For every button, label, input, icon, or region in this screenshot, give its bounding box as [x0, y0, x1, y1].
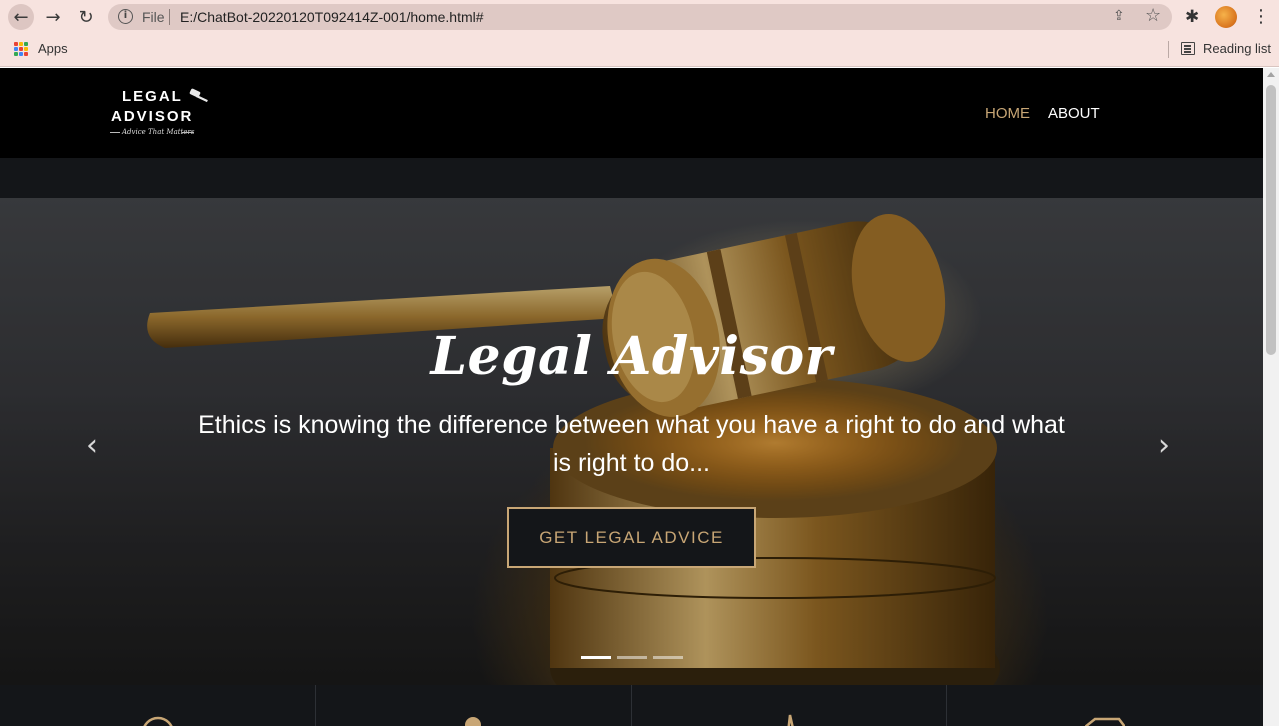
logo-gavel-icon: [189, 88, 208, 103]
reload-icon: ↻: [78, 6, 94, 28]
apps-grid-dot: [19, 47, 23, 51]
site-header: LEGAL ADVISOR Advice That Matters HOME A…: [0, 68, 1263, 158]
feature-divider: [631, 685, 632, 726]
carousel-indicators: [581, 656, 683, 659]
browser-menu-icon[interactable]: ⋮: [1252, 6, 1270, 27]
logo-line2: ADVISOR: [111, 108, 194, 125]
extensions-puzzle-icon[interactable]: ✱: [1185, 7, 1199, 27]
address-bar[interactable]: i File E:/ChatBot-20220120T092414Z-001/h…: [108, 4, 1172, 30]
hero-title: Legal Advisor: [430, 326, 833, 387]
reading-list-button[interactable]: Reading list: [1203, 41, 1271, 56]
feature-icon-4: [1085, 717, 1125, 726]
scroll-up-icon[interactable]: [1267, 72, 1275, 77]
reading-list-icon[interactable]: [1181, 42, 1195, 55]
get-legal-advice-button[interactable]: GET LEGAL ADVICE: [507, 507, 756, 568]
apps-grid-dot: [14, 47, 18, 51]
url-text[interactable]: E:/ChatBot-20220120T092414Z-001/home.htm…: [180, 9, 484, 25]
scrollbar-thumb[interactable]: [1266, 85, 1276, 355]
share-icon[interactable]: ⇪: [1113, 8, 1125, 24]
bookmarks-bar: [0, 34, 1279, 67]
carousel-indicator[interactable]: [653, 656, 683, 659]
apps-grid-dot: [24, 42, 28, 46]
page-viewport: LEGAL ADVISOR Advice That Matters HOME A…: [0, 68, 1279, 726]
logo-line1: LEGAL: [122, 88, 183, 105]
arrow-left-icon: ←: [13, 6, 29, 28]
info-icon[interactable]: i: [118, 9, 133, 24]
feature-divider: [946, 685, 947, 726]
back-button[interactable]: ←: [8, 4, 34, 30]
file-scheme-label: File: [142, 9, 165, 25]
feature-icon-3: [787, 714, 794, 726]
nav-about[interactable]: ABOUT: [1048, 105, 1100, 122]
apps-grid-dot: [14, 42, 18, 46]
apps-grid-dot: [24, 47, 28, 51]
profile-avatar[interactable]: [1215, 6, 1237, 28]
bookmark-star-icon[interactable]: ☆: [1145, 5, 1161, 26]
apps-grid-dot: [19, 42, 23, 46]
nav-home[interactable]: HOME: [985, 105, 1030, 122]
page-scrollbar[interactable]: [1263, 68, 1279, 726]
hero-quote: Ethics is knowing the difference between…: [198, 411, 1065, 477]
apps-grid-dot: [24, 52, 28, 56]
reload-button[interactable]: ↻: [73, 4, 99, 30]
apps-grid-dot: [19, 52, 23, 56]
arrow-right-icon: →: [45, 6, 61, 28]
feature-icon-1: [143, 716, 173, 726]
apps-grid-dot: [14, 52, 18, 56]
forward-button[interactable]: →: [40, 4, 66, 30]
hero-carousel: Legal Advisor Ethics is knowing the diff…: [0, 198, 1263, 685]
browser-toolbar: ← → ↻ i File E:/ChatBot-20220120T092414Z…: [0, 0, 1279, 34]
feature-divider: [315, 685, 316, 726]
carousel-indicator[interactable]: [581, 656, 611, 659]
logo-rule-left: [110, 132, 120, 133]
bookmarks-divider: [1168, 41, 1169, 58]
apps-bookmark[interactable]: Apps: [38, 41, 68, 56]
feature-icon-2: [465, 717, 481, 726]
carousel-prev-icon[interactable]: ‹: [86, 428, 98, 463]
address-separator: [169, 9, 170, 25]
apps-grid-icon[interactable]: [14, 42, 28, 56]
features-strip: [0, 685, 1263, 726]
carousel-indicator[interactable]: [617, 656, 647, 659]
logo-rule-right: [182, 132, 194, 133]
carousel-next-icon[interactable]: ›: [1158, 428, 1170, 463]
site-logo[interactable]: LEGAL ADVISOR Advice That Matters: [108, 86, 218, 144]
